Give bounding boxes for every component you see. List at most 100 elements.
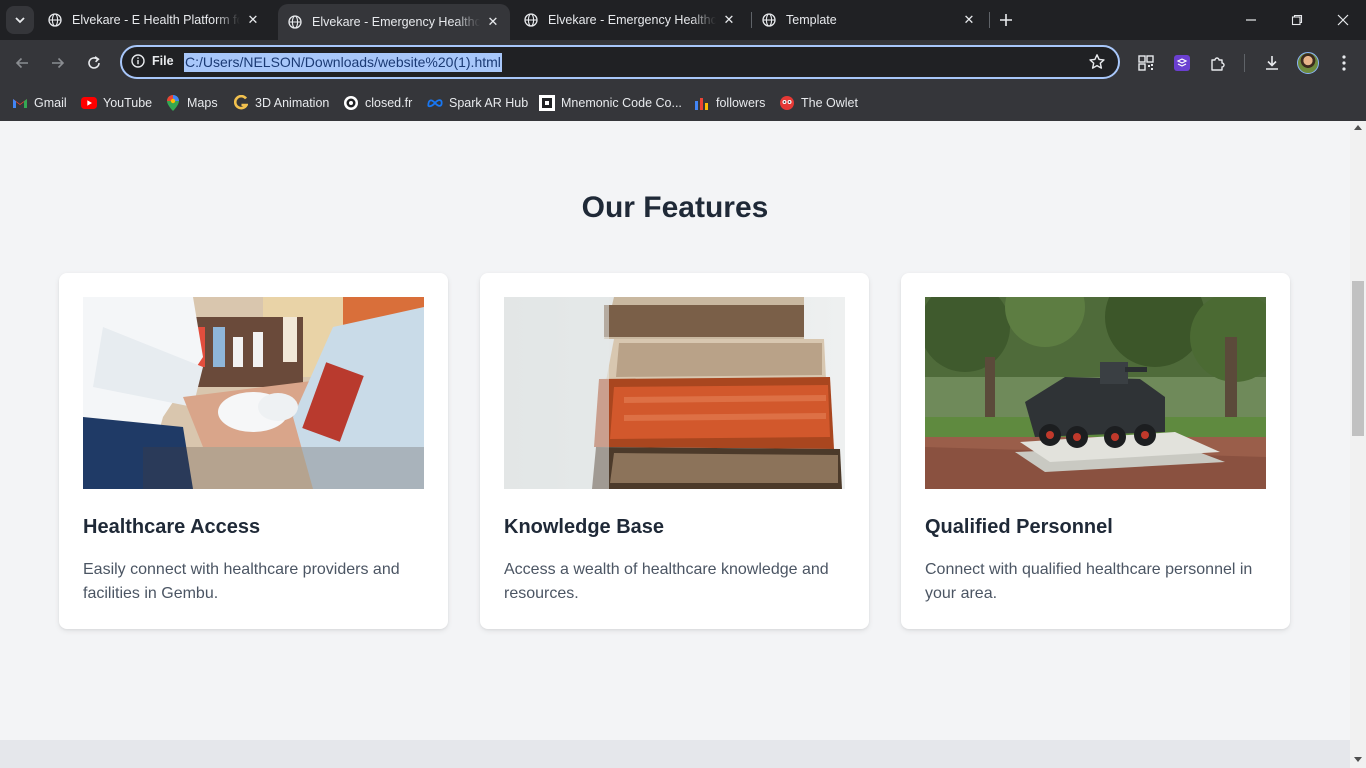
feature-title: Qualified Personnel [925,516,1113,538]
bookmark-maps[interactable]: Maps [165,93,218,113]
bookmark-label: YouTube [103,96,153,110]
bookmark-spark-ar-hub[interactable]: Spark AR Hub [427,93,528,113]
toolbar-separator [1244,54,1245,72]
close-icon[interactable]: ✕ [960,11,978,29]
url-text[interactable]: C:/Users/NELSON/Downloads/website%20(1).… [184,53,502,72]
books-stack-photo [504,297,845,489]
chevron-down-icon [15,17,25,24]
armored-vehicle-photo [925,297,1266,489]
back-button[interactable] [8,49,36,77]
owlet-icon [779,95,795,111]
browser-toolbar: File C:/Users/NELSON/Downloads/website%2… [0,40,1366,85]
scroll-down-arrow-icon[interactable] [1354,757,1362,762]
scheme-label: File [152,54,174,68]
maps-icon [165,95,181,111]
globe-icon [288,15,302,29]
downloads-button[interactable] [1261,52,1283,74]
tab-title: Elvekare - Emergency Healthcare [548,13,716,27]
restore-icon [1291,14,1303,26]
feature-card-healthcare-access: Healthcare Access Easily connect with he… [59,273,448,629]
tab-title: Elvekare - E Health Platform for [72,13,240,27]
minimize-icon [1246,19,1256,21]
extension-layers-button[interactable] [1171,52,1193,74]
plus-icon [1000,14,1012,26]
close-window-button[interactable] [1320,0,1366,40]
feature-title: Knowledge Base [504,516,665,538]
bookmark-label: 3D Animation [255,96,330,110]
feature-description: Access a wealth of healthcare knowledge … [504,561,829,602]
layers-extension-icon [1174,55,1190,71]
bookmark-label: Maps [187,96,218,110]
g-icon [233,95,249,111]
blood-draw-photo [83,297,424,489]
bookmark-youtube[interactable]: YouTube [81,93,152,113]
qr-code-icon [1138,55,1154,71]
tab-strip: Elvekare - E Health Platform for ✕ Elvek… [0,0,1366,40]
tab-2-active[interactable]: Elvekare - Emergency Healthcare ✕ [278,4,510,40]
feature-title: Healthcare Access [83,516,261,538]
puzzle-icon [1211,57,1225,71]
closedfr-icon [343,95,359,111]
bookmark-followers[interactable]: followers [694,93,765,113]
info-icon [131,54,145,68]
bookmark-label: followers [716,96,766,110]
tab-separator [989,12,990,28]
new-tab-button[interactable] [994,8,1018,32]
extensions-button[interactable] [1207,52,1229,74]
page-viewport: Our Features Healthcare Access Easily co… [0,121,1350,768]
bookmark-closed-fr[interactable]: closed.fr [343,93,412,113]
mnemonic-icon [539,95,555,111]
globe-icon [762,13,776,27]
scrollbar-thumb[interactable] [1352,281,1364,436]
bookmark-label: closed.fr [365,96,413,110]
next-section-edge [0,740,1350,768]
kebab-menu-icon [1342,55,1346,71]
bookmark-3d-animation[interactable]: 3D Animation [233,93,329,113]
address-bar[interactable]: File C:/Users/NELSON/Downloads/website%2… [120,45,1120,79]
scroll-up-arrow-icon[interactable] [1354,125,1362,130]
qr-code-button[interactable] [1135,52,1157,74]
reload-button[interactable] [80,49,108,77]
menu-button[interactable] [1333,52,1355,74]
bookmark-the-owlet[interactable]: The Owlet [779,93,858,113]
tab-1[interactable]: Elvekare - E Health Platform for ✕ [38,6,270,34]
bookmark-label: Mnemonic Code Co... [561,96,682,110]
forward-button[interactable] [44,49,72,77]
browser-chrome: Elvekare - E Health Platform for ✕ Elvek… [0,0,1366,121]
gmail-icon [12,95,28,111]
page-scrollbar[interactable] [1350,121,1366,768]
site-info-chip[interactable]: File [131,54,174,68]
section-title: Our Features [581,191,769,224]
youtube-icon [81,95,97,111]
followers-icon [694,95,710,111]
close-icon[interactable]: ✕ [244,11,262,29]
bookmark-gmail[interactable]: Gmail [12,93,67,113]
back-arrow-icon [15,57,28,69]
tab-4[interactable]: Template ✕ [752,6,986,34]
bookmark-star-icon[interactable] [1088,53,1106,71]
reload-icon [88,56,100,69]
feature-card-qualified-personnel: Qualified Personnel Connect with qualifi… [901,273,1290,629]
bookmark-mnemonic-code[interactable]: Mnemonic Code Co... [539,93,682,113]
feature-description: Easily connect with healthcare providers… [83,561,400,602]
close-icon[interactable]: ✕ [484,13,502,31]
close-icon[interactable]: ✕ [720,11,738,29]
bookmark-label: Spark AR Hub [449,96,529,110]
close-icon [1337,14,1349,26]
tab-search-button[interactable] [6,6,34,34]
download-icon [1266,56,1278,70]
restore-button[interactable] [1274,0,1320,40]
globe-icon [48,13,62,27]
bookmarks-bar: Gmail YouTube Maps 3D Animation closed.f… [0,85,1366,121]
tab-title: Template [786,13,837,27]
bookmark-label: The Owlet [801,96,858,110]
tab-title: Elvekare - Emergency Healthcare [312,15,480,29]
tab-3[interactable]: Elvekare - Emergency Healthcare ✕ [514,6,746,34]
profile-avatar[interactable] [1297,52,1319,74]
forward-arrow-icon [52,57,65,69]
minimize-button[interactable] [1228,0,1274,40]
feature-card-knowledge-base: Knowledge Base Access a wealth of health… [480,273,869,629]
feature-description: Connect with qualified healthcare person… [925,561,1253,602]
globe-icon [524,13,538,27]
meta-icon [427,95,443,111]
